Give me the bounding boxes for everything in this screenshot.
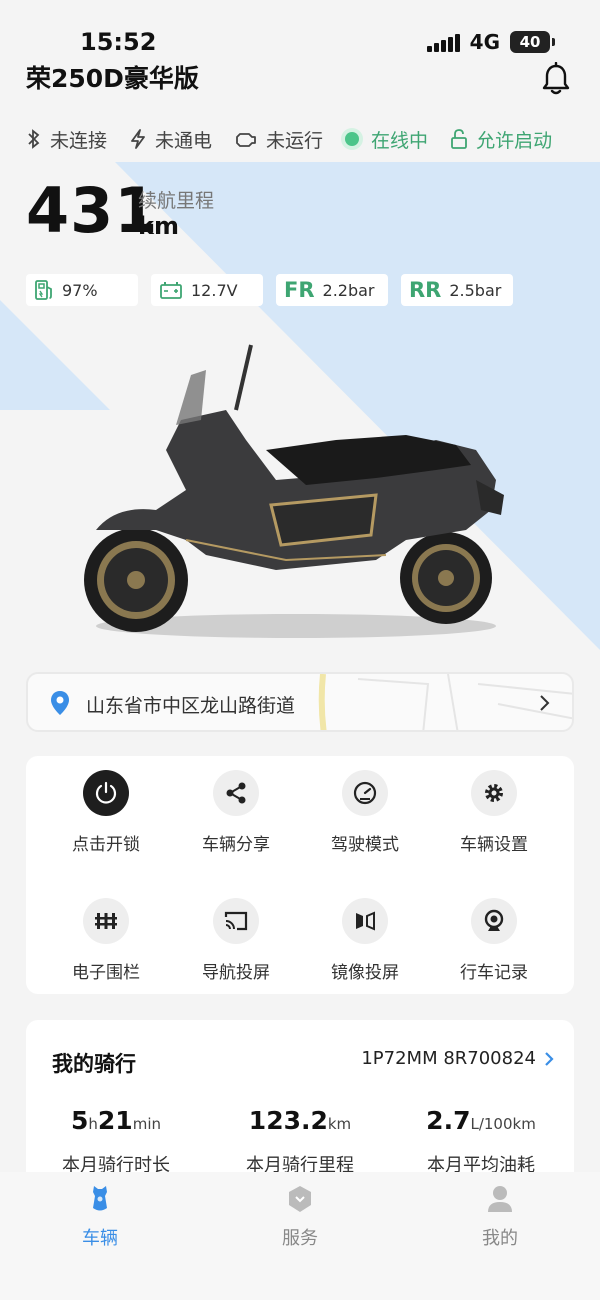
- status-bar: 15:52 4G 40: [0, 0, 600, 62]
- action-unlock[interactable]: 点击开锁: [41, 770, 171, 855]
- power-icon: [83, 770, 129, 816]
- fuel-consumption-unit: L/100km: [470, 1115, 536, 1133]
- lightning-icon: [131, 129, 145, 149]
- action-share[interactable]: 车辆分享: [171, 770, 301, 855]
- battery-chip: 12.7V: [151, 274, 263, 306]
- share-icon: [213, 770, 259, 816]
- status-power: 未通电: [129, 126, 212, 153]
- action-label: 车辆设置: [460, 835, 528, 855]
- vehicle-metrics: 97% 12.7V FR 2.2bar RR 2.5bar: [26, 274, 513, 306]
- rear-tire-label: RR: [409, 278, 442, 302]
- duration-minutes-unit: min: [132, 1115, 161, 1133]
- fuel-value: 97%: [62, 280, 98, 300]
- chevron-right-icon[interactable]: [538, 694, 550, 712]
- range-label: 续航里程: [138, 190, 215, 212]
- status-online: 在线中: [345, 126, 428, 153]
- status-indicators: 4G 40: [426, 30, 555, 54]
- tab-label: 我的: [482, 1228, 518, 1249]
- status-label: 未运行: [266, 129, 324, 152]
- front-tire-chip: FR 2.2bar: [276, 274, 388, 306]
- mirror-icon: [342, 898, 388, 944]
- tab-label: 车辆: [82, 1228, 118, 1249]
- engine-icon: [236, 133, 256, 147]
- duration-minutes: 21: [97, 1106, 133, 1135]
- car-battery-icon: [160, 282, 182, 299]
- vehicle-id: 1P72MM 8R700824: [361, 1048, 536, 1069]
- front-tire-label: FR: [284, 278, 315, 302]
- action-dashcam[interactable]: 行车记录: [429, 898, 559, 983]
- stat-duration: 5h21min 本月骑行时长: [31, 1106, 201, 1177]
- fence-icon: [83, 898, 129, 944]
- battery-voltage: 12.7V: [191, 280, 238, 300]
- gear-icon: [471, 770, 517, 816]
- stat-distance: 123.2km 本月骑行里程: [215, 1106, 385, 1177]
- duration-hours-unit: h: [88, 1115, 98, 1133]
- action-label: 电子围栏: [72, 963, 140, 983]
- tab-profile[interactable]: 我的: [440, 1184, 560, 1250]
- service-icon: [289, 1186, 311, 1212]
- bottom-tab-bar: 车辆 服务 我的: [0, 1172, 600, 1300]
- vehicle-id-link[interactable]: 1P72MM 8R700824: [361, 1048, 554, 1069]
- battery-level: 40: [519, 33, 541, 51]
- user-icon: [488, 1186, 512, 1212]
- motorcycle-image: [84, 344, 504, 638]
- range-display: 431 续航里程 km: [26, 176, 214, 246]
- stat-fuel: 2.7L/100km 本月平均油耗: [396, 1106, 566, 1177]
- chevron-right-icon: [545, 1051, 554, 1066]
- unlock-icon: [451, 129, 467, 149]
- fuel-pump-icon: [35, 280, 52, 300]
- bell-icon[interactable]: [540, 62, 572, 96]
- network-type: 4G: [469, 30, 500, 54]
- rear-tire-chip: RR 2.5bar: [401, 274, 513, 306]
- duration-hours: 5: [70, 1106, 89, 1135]
- tab-label: 服务: [282, 1228, 318, 1249]
- gauge-icon: [342, 770, 388, 816]
- tab-service[interactable]: 服务: [240, 1184, 360, 1250]
- status-time: 15:52: [80, 28, 157, 56]
- range-unit: km: [138, 212, 179, 240]
- battery-icon: 40: [510, 31, 555, 53]
- distance-value: 123.2: [248, 1106, 328, 1135]
- status-engine: 未运行: [234, 126, 323, 153]
- front-tire-pressure: 2.2bar: [322, 280, 375, 300]
- action-nav-cast[interactable]: 导航投屏: [171, 898, 301, 983]
- vehicle-title[interactable]: 荣250D豪华版: [26, 62, 574, 96]
- signal-icon: [426, 32, 460, 52]
- distance-unit: km: [327, 1115, 352, 1133]
- cast-icon: [213, 898, 259, 944]
- fuel-consumption-value: 2.7: [426, 1106, 471, 1135]
- header: 荣250D豪华版: [26, 62, 574, 102]
- action-label: 车辆分享: [202, 835, 270, 855]
- rear-tire-pressure: 2.5bar: [449, 280, 502, 300]
- action-label: 驾驶模式: [331, 835, 399, 855]
- tab-vehicle[interactable]: 车辆: [40, 1184, 160, 1250]
- location-bar[interactable]: 山东省市中区龙山路街道: [26, 672, 574, 732]
- action-drive-mode[interactable]: 驾驶模式: [300, 770, 430, 855]
- action-geofence[interactable]: 电子围栏: [41, 898, 171, 983]
- action-label: 导航投屏: [202, 963, 270, 983]
- bluetooth-icon: [28, 129, 40, 149]
- quick-actions-card: 点击开锁 车辆分享 驾驶模式 车辆设置 电子围栏 导航投屏 镜像投屏 行车记录: [26, 756, 574, 994]
- action-label: 镜像投屏: [331, 963, 399, 983]
- action-mirror-cast[interactable]: 镜像投屏: [300, 898, 430, 983]
- online-dot-icon: [345, 132, 360, 146]
- status-label: 未通电: [155, 129, 213, 152]
- action-label: 点击开锁: [72, 835, 140, 855]
- action-settings[interactable]: 车辆设置: [429, 770, 559, 855]
- status-label: 在线中: [371, 129, 429, 152]
- status-start-allowed[interactable]: 允许启动: [450, 126, 552, 153]
- action-label: 行车记录: [460, 963, 528, 983]
- status-bluetooth: 未连接: [26, 126, 107, 153]
- location-address: 山东省市中区龙山路街道: [86, 695, 296, 717]
- status-label: 允许启动: [476, 129, 553, 152]
- riding-title: 我的骑行: [52, 1052, 136, 1076]
- location-pin-icon: [51, 691, 69, 715]
- vehicle-status-row: 未连接 未通电 未运行 在线中 允许启动: [26, 124, 586, 154]
- fuel-chip: 97%: [26, 274, 138, 306]
- dashcam-icon: [471, 898, 517, 944]
- status-label: 未连接: [50, 129, 108, 152]
- scooter-icon: [93, 1186, 107, 1211]
